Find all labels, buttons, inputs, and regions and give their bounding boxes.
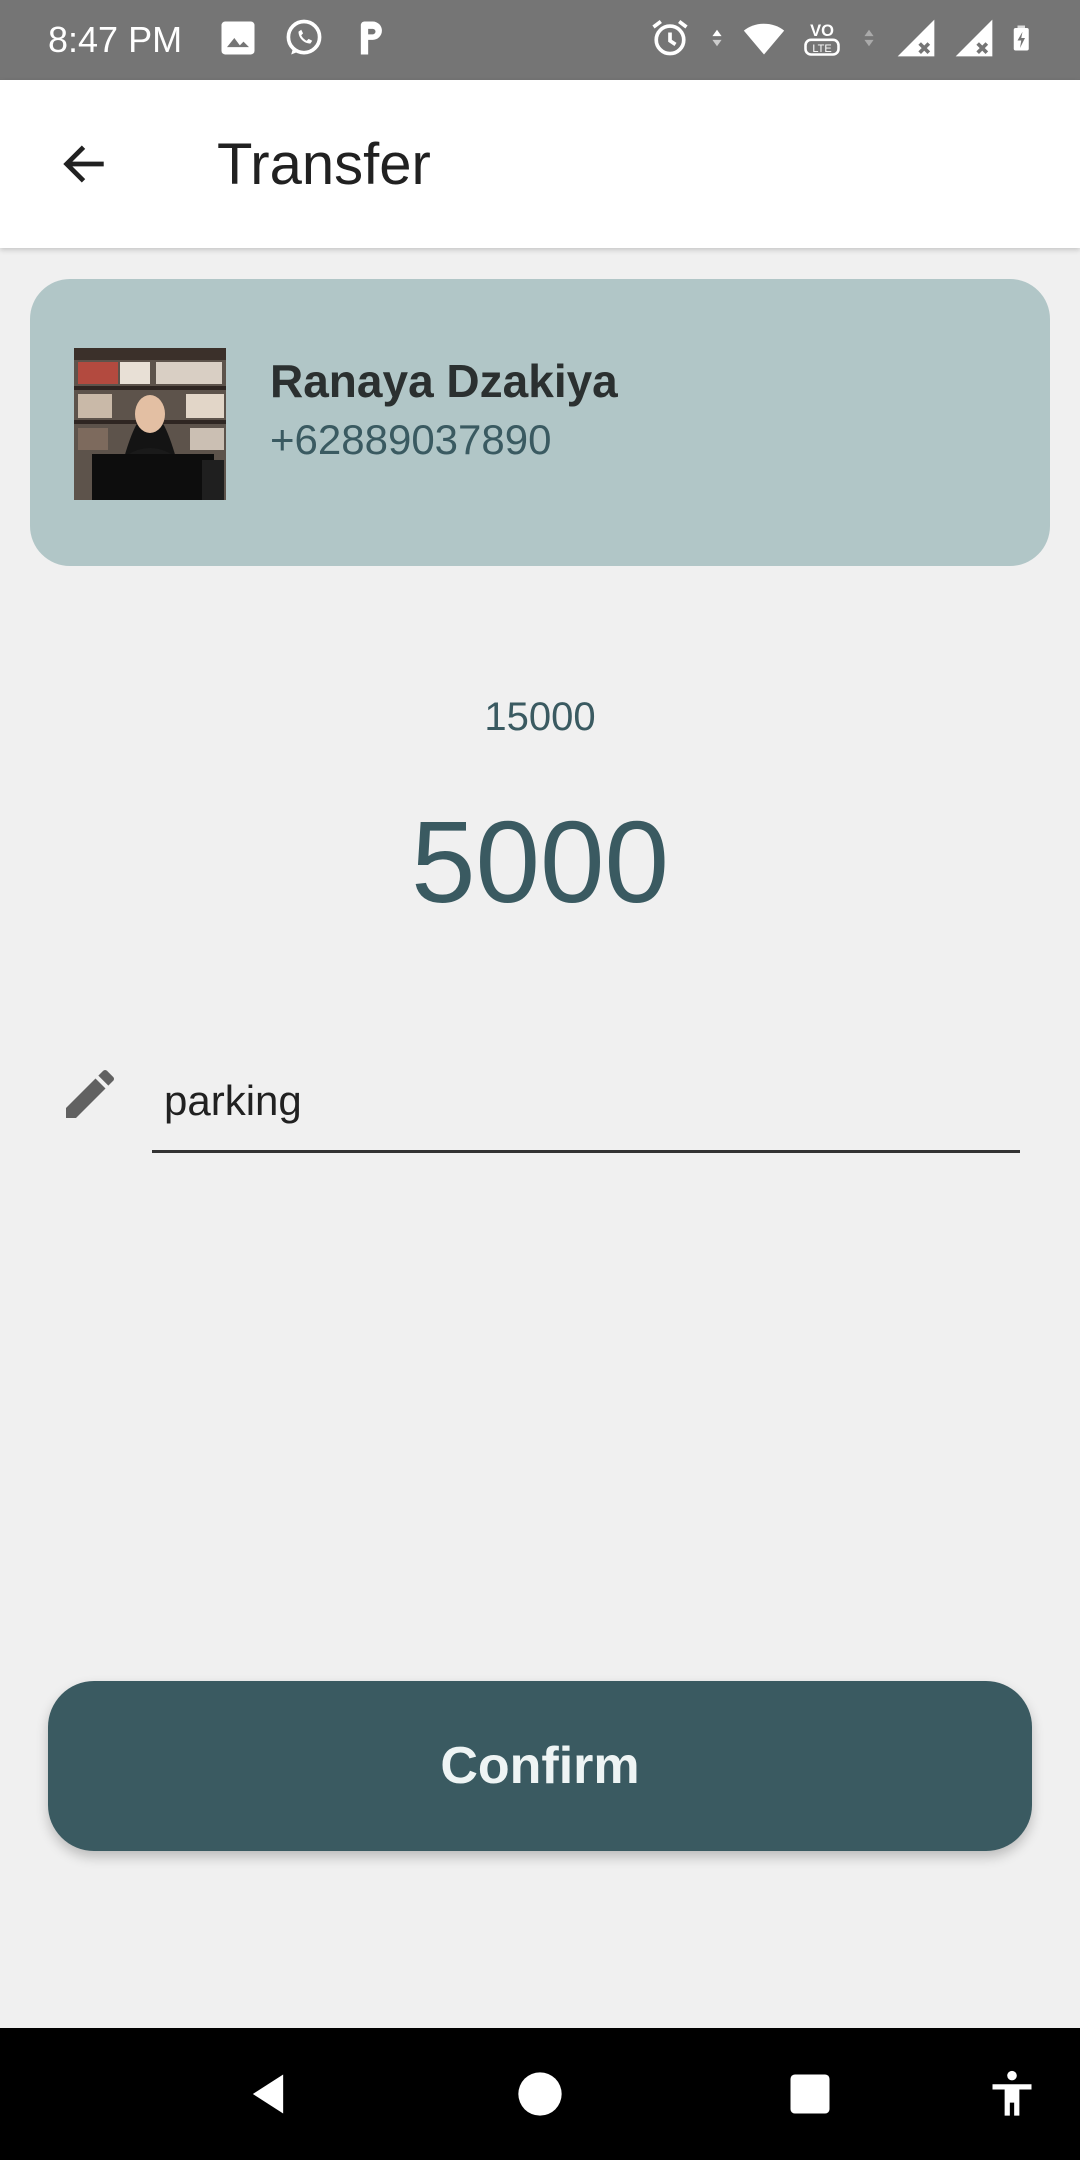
- balance-text: 15000: [484, 695, 596, 739]
- note-input[interactable]: [164, 1066, 1004, 1136]
- note-field[interactable]: [152, 1058, 1020, 1153]
- data-arrows-icon: [864, 29, 874, 47]
- parking-app-icon: [360, 21, 382, 55]
- system-status-icons: VO LTE: [648, 16, 1040, 60]
- nav-back-button[interactable]: [232, 2058, 304, 2130]
- home-circle-icon: [518, 2072, 562, 2116]
- nav-accessibility-button[interactable]: [976, 2058, 1048, 2130]
- recents-square-icon: [790, 2074, 830, 2114]
- recipient-phone: +62889037890: [270, 416, 552, 463]
- signal-icon: [955, 19, 993, 57]
- signal-icon: [897, 19, 935, 57]
- volte-icon: VO LTE: [804, 22, 840, 56]
- data-arrows-icon: [712, 29, 722, 47]
- page-title: Transfer: [217, 132, 431, 197]
- transfer-amount[interactable]: 5000: [0, 798, 1080, 926]
- gallery-icon: [221, 21, 255, 55]
- battery-icon: [1013, 25, 1029, 51]
- whatsapp-icon: [286, 19, 322, 55]
- avatar: [74, 348, 226, 500]
- alarm-icon: [652, 20, 688, 56]
- arrow-left-icon: [63, 145, 104, 183]
- svg-text:LTE: LTE: [812, 43, 831, 55]
- profile-photo-image: [74, 348, 226, 500]
- nav-recents-button[interactable]: [774, 2058, 846, 2130]
- status-time: 8:47 PM: [48, 19, 183, 60]
- svg-text:VO: VO: [810, 22, 834, 40]
- back-button[interactable]: [44, 124, 124, 204]
- confirm-button[interactable]: Confirm: [48, 1681, 1032, 1851]
- recipient-name: Ranaya Dzakiya: [270, 355, 618, 407]
- accessibility-icon: [992, 2070, 1032, 2116]
- wifi-icon: [743, 23, 785, 55]
- back-triangle-icon: [252, 2074, 284, 2114]
- nav-home-button[interactable]: [504, 2058, 576, 2130]
- pencil-icon: [66, 1069, 115, 1118]
- app-bar: Transfer: [0, 80, 1080, 248]
- recipient-card: Ranaya Dzakiya +62889037890: [30, 279, 1050, 566]
- notification-icons: [216, 16, 392, 60]
- navigation-bar: [0, 2028, 1080, 2160]
- status-bar: 8:47 PM VO LTE: [0, 0, 1080, 80]
